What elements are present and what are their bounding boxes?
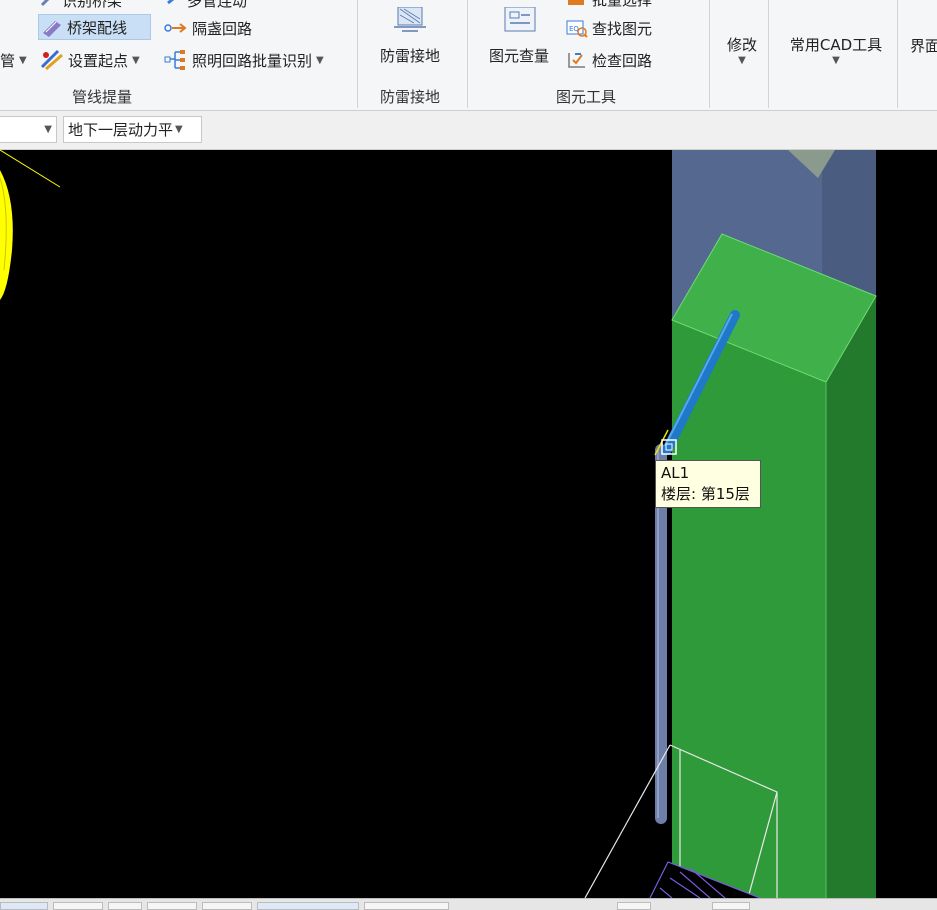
cad-tools-dropdown[interactable]: 常用CAD工具 ▼ [782, 34, 890, 72]
ribbon-separator [897, 0, 898, 108]
element-tooltip: AL1 楼层: 第15层 [655, 460, 761, 508]
batch-select-button[interactable]: 批量选择 [566, 0, 652, 10]
set-start-label: 设置起点 [68, 51, 129, 70]
interface-menu[interactable]: 界面 [910, 34, 937, 56]
find-element-label: 查找图元 [592, 19, 653, 38]
batch-select-icon [566, 0, 588, 9]
tray-wiring-label: 桥架配线 [67, 18, 128, 37]
chevron-down-icon: ▼ [175, 124, 183, 135]
tray-wiring-icon [41, 17, 63, 37]
tray-icon [40, 0, 58, 9]
element-quantity-button[interactable]: 图元查量 [482, 0, 556, 66]
tooltip-floor: 楼层: 第15层 [661, 485, 750, 503]
group-label-lightning: 防雷接地 [380, 88, 441, 106]
pipe-dropdown[interactable]: 管 ▼ [0, 48, 27, 72]
lighting-batch-button[interactable]: 照明回路批量识别 ▼ [164, 48, 324, 72]
isolated-loop-label: 隔盏回路 [192, 19, 253, 38]
pipe-label: 管 [0, 51, 16, 70]
arrow-right-icon [164, 21, 188, 35]
identify-tray-label: 识别桥架 [62, 0, 123, 10]
check-loop-button[interactable]: 检查回路 [566, 48, 652, 72]
set-start-icon [40, 49, 64, 71]
element-quantity-icon [499, 7, 539, 35]
check-loop-icon [566, 50, 588, 70]
modify-dropdown[interactable]: 修改 ▼ [722, 34, 762, 72]
tray-wiring-button[interactable]: 桥架配线 [38, 14, 151, 40]
loop-tree-icon [164, 49, 188, 71]
check-loop-label: 检查回路 [592, 51, 653, 70]
ribbon-separator [467, 0, 468, 108]
layer-select[interactable]: ▼ [0, 116, 57, 143]
group-label-element-tools: 图元工具 [556, 88, 617, 106]
ribbon-separator [768, 0, 769, 108]
cad-tools-label: 常用CAD工具 [789, 36, 883, 54]
identify-tray-button[interactable]: 识别桥架 [40, 0, 122, 10]
floor-toolbar: ▼ 地下一层动力平 ▼ [0, 111, 937, 150]
chevron-down-icon: ▼ [19, 54, 27, 66]
set-start-button[interactable]: 设置起点 ▼ [40, 48, 140, 72]
find-element-button[interactable]: EQ 查找图元 [566, 16, 652, 40]
chevron-down-icon: ▼ [316, 54, 324, 66]
lightning-ground-label: 防雷接地 [379, 47, 440, 65]
lighting-batch-label: 照明回路批量识别 [192, 51, 313, 70]
lightning-ground-button[interactable]: 防雷接地 [374, 0, 446, 66]
lightning-ground-icon [390, 7, 430, 35]
tooltip-name: AL1 [661, 464, 690, 482]
ribbon-separator [357, 0, 358, 108]
group-label-pipeline: 管线提量 [72, 88, 133, 106]
yellow-arc-shape [0, 150, 61, 300]
find-element-icon: EQ [566, 18, 588, 38]
floor-select[interactable]: 地下一层动力平 ▼ [63, 116, 202, 143]
chevron-down-icon: ▼ [738, 55, 746, 66]
isolated-loop-button[interactable]: 隔盏回路 [164, 16, 252, 40]
green-tray-box [671, 233, 877, 898]
status-bar [0, 898, 937, 910]
multi-pipe-button[interactable]: 多管连动 [165, 0, 247, 10]
element-quantity-label: 图元查量 [488, 47, 549, 65]
multi-pipe-label: 多管连动 [187, 0, 248, 10]
link-pipes-icon [165, 0, 183, 9]
interface-label: 界面 [910, 36, 937, 55]
batch-select-label: 批量选择 [592, 0, 652, 10]
modify-label: 修改 [726, 36, 757, 54]
chevron-down-icon: ▼ [832, 55, 840, 66]
floor-select-value: 地下一层动力平 [68, 121, 174, 139]
chevron-down-icon: ▼ [132, 54, 140, 66]
ribbon-separator [709, 0, 710, 108]
ribbon: 识别桥架 多管连动 桥架配线 隔盏回路 管 ▼ 设置起点 ▼ 照明回路批量识别 [0, 0, 937, 111]
cad-viewport[interactable]: AL1 楼层: 第15层 [0, 150, 937, 898]
chevron-down-icon: ▼ [44, 124, 52, 135]
